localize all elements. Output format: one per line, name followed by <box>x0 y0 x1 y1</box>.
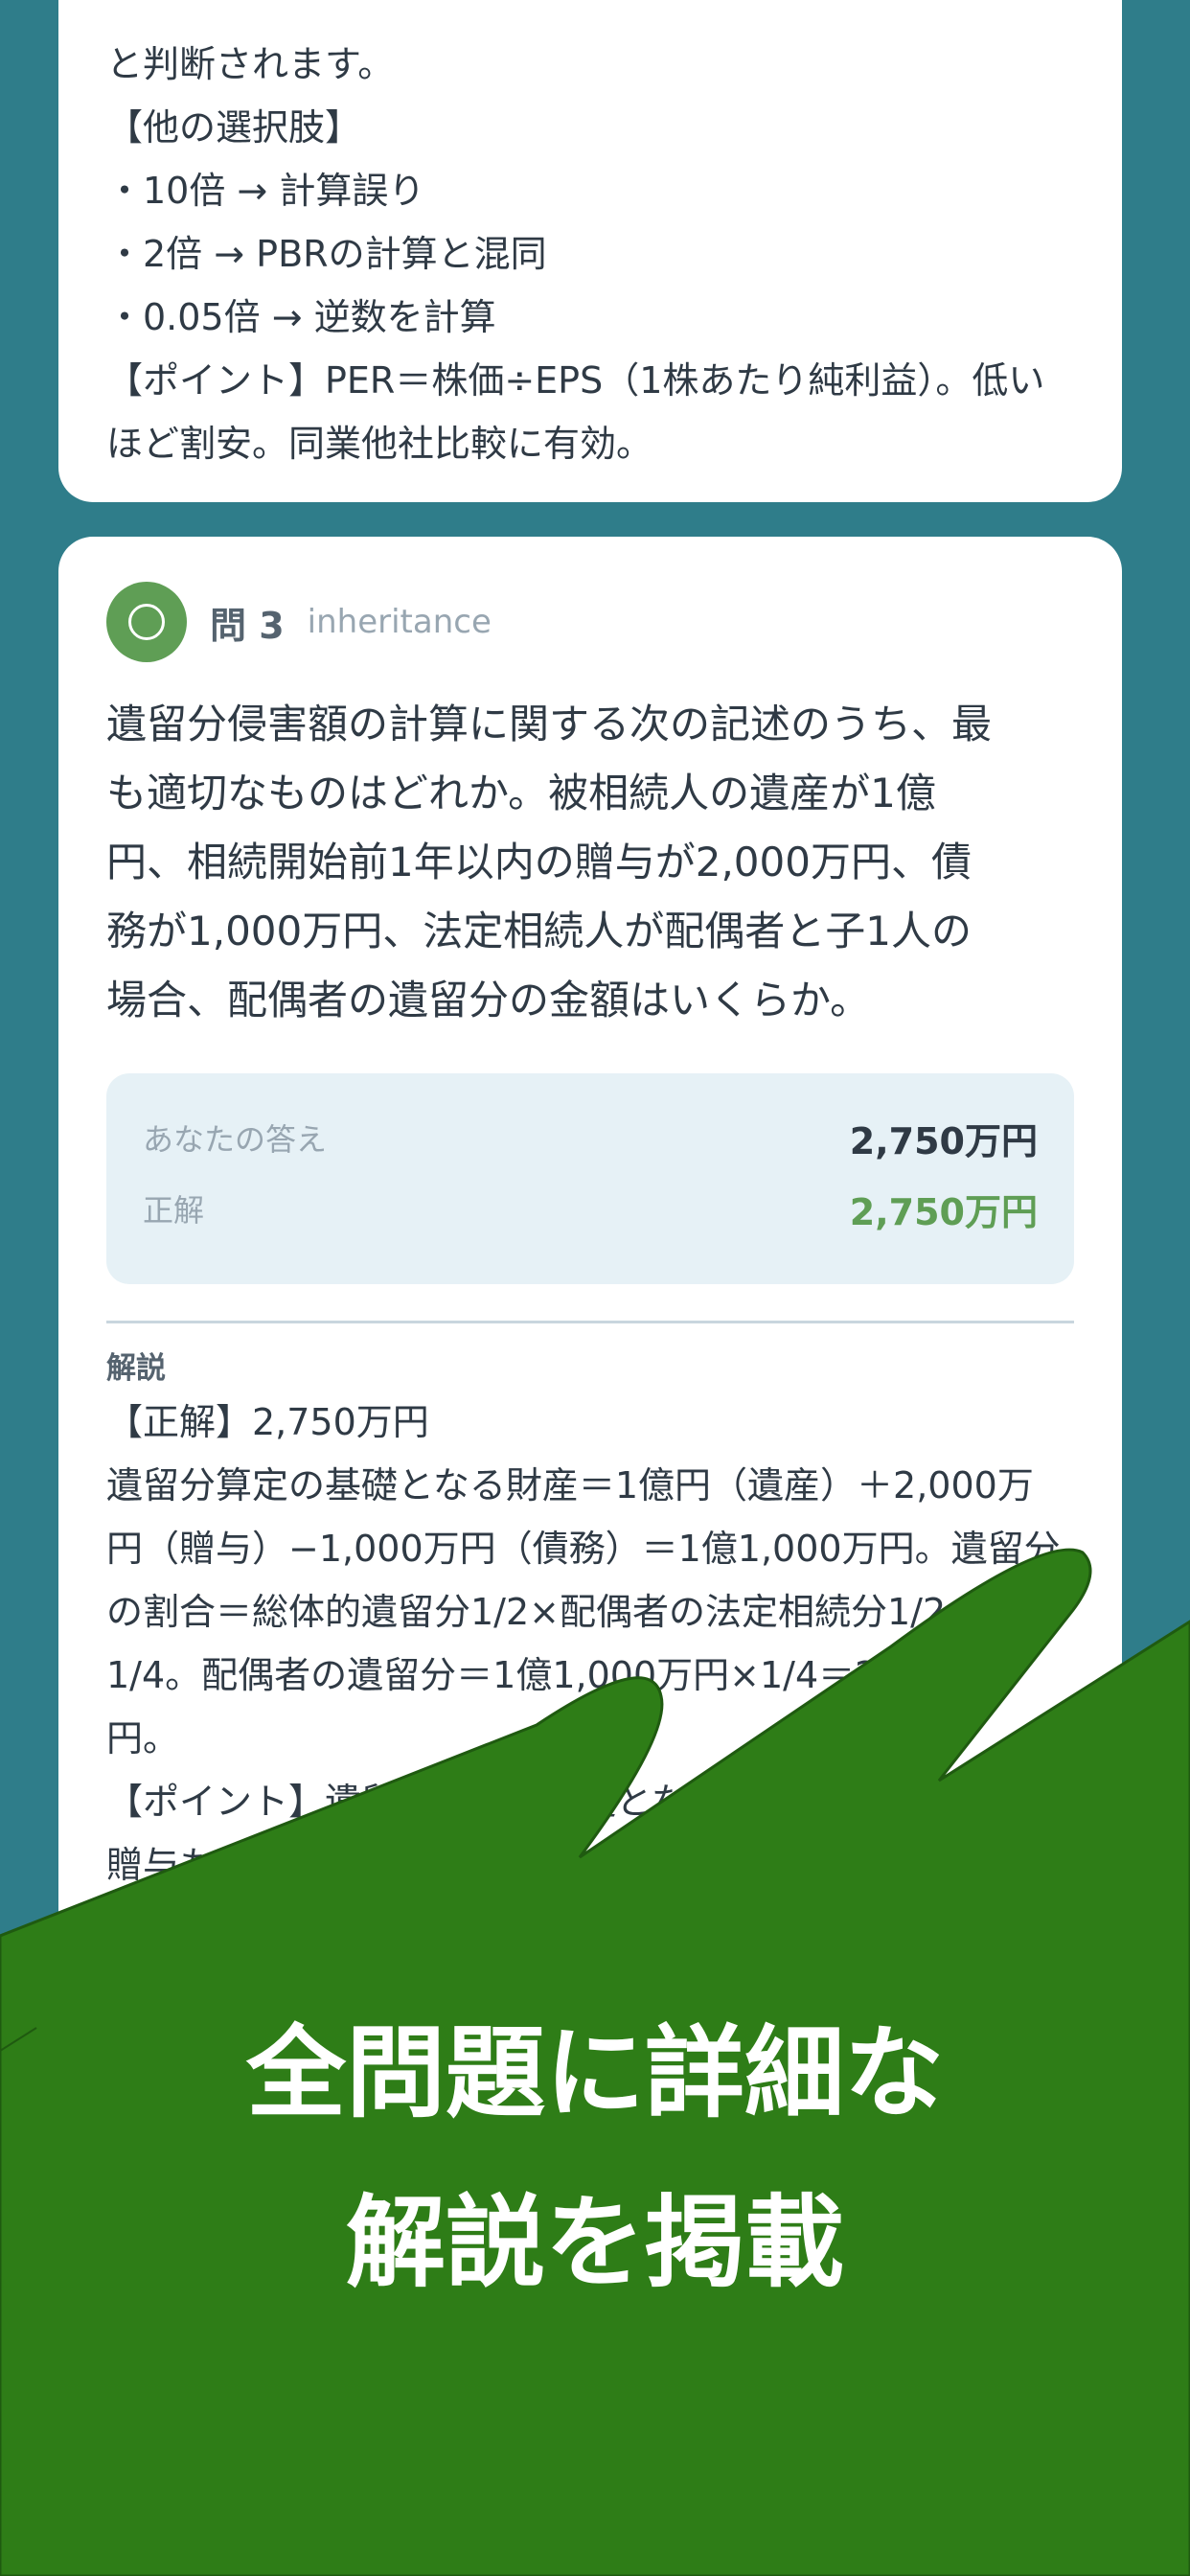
question-card[interactable]: 問 3 inheritance 遺留分侵害額の計算に関する次の記述のうち、最 も… <box>58 537 1122 1974</box>
correct-answer-row: 正解 2,750万円 <box>143 1173 1038 1244</box>
correct-answer-value: 2,750万円 <box>849 1190 1038 1233</box>
divider <box>106 1321 1074 1323</box>
correct-answer-label: 正解 <box>143 1192 205 1229</box>
question-text-line: 円、相続開始前1年以内の贈与が2,000万円、債 <box>106 839 972 886</box>
your-answer-label: あなたの答え <box>143 1121 328 1158</box>
question-text-line: も適切なものはどれか。被相続人の遺産が1億 <box>106 770 936 816</box>
explanation-heading: 解説 <box>106 1351 166 1386</box>
your-answer-value: 2,750万円 <box>849 1119 1038 1162</box>
explanation-line: と判断されます。 <box>106 43 395 85</box>
your-answer-row: あなたの答え 2,750万円 <box>143 1102 1038 1173</box>
question-text: 遺留分侵害額の計算に関する次の記述のうち、最 も適切なものはどれか。被相続人の遺… <box>106 690 1074 1035</box>
explanation-line: 贈与も含まれる。 <box>106 1844 399 1886</box>
answer-summary: あなたの答え 2,750万円 正解 2,750万円 <box>106 1073 1074 1284</box>
explanation-line: 【ポイント】遺留分算定の基礎となる財産には <box>106 1781 870 1823</box>
explanation-line: 1/4。配偶者の遺留分＝1億1,000万円×1/4＝2,750万 <box>106 1654 995 1696</box>
explanation-line: 遺留分算定の基礎となる財産＝1億円（遺産）＋2,000万 <box>106 1464 1034 1506</box>
question-text-line: 遺留分侵害額の計算に関する次の記述のうち、最 <box>106 701 993 748</box>
question-header: 問 3 inheritance <box>106 581 1074 663</box>
correct-circle-icon <box>106 582 187 662</box>
explanation-line: ほど割安。同業他社比較に有効。 <box>106 423 653 465</box>
explanation-line: ・10倍 → 計算誤り <box>106 170 425 212</box>
explanation-line: 【ポイント】PER＝株価÷EPS（1株あたり純利益）。低い <box>106 359 1045 402</box>
explanation-line: 【他の選択肢】 <box>106 106 362 149</box>
explanation-line: ・2倍 → PBRの計算と混同 <box>106 233 547 275</box>
question-number: 問 3 <box>210 604 285 647</box>
question-category: inheritance <box>307 603 492 641</box>
explanation-body: 【正解】2,750万円 遺留分算定の基礎となる財産＝1億円（遺産）＋2,000万… <box>106 1391 1074 1897</box>
explanation-line: の割合＝総体的遺留分1/2×配偶者の法定相続分1/2＝ <box>106 1591 983 1633</box>
explanation-line: 円。 <box>106 1717 180 1760</box>
explanation-line: 円（贈与）−1,000万円（債務）＝1億1,000万円。遺留分 <box>106 1528 1061 1570</box>
question-text-line: 場合、配偶者の遺留分の金額はいくらか。 <box>106 977 871 1024</box>
explanation-line: 【正解】2,750万円 <box>106 1401 429 1443</box>
explanation-line: ・0.05倍 → 逆数を計算 <box>106 296 496 338</box>
question-text-line: 務が1,000万円、法定相続人が配偶者と子1人の <box>106 908 972 954</box>
previous-question-card: と判断されます。 【他の選択肢】 ・10倍 → 計算誤り ・2倍 → PBRの計… <box>58 0 1122 502</box>
